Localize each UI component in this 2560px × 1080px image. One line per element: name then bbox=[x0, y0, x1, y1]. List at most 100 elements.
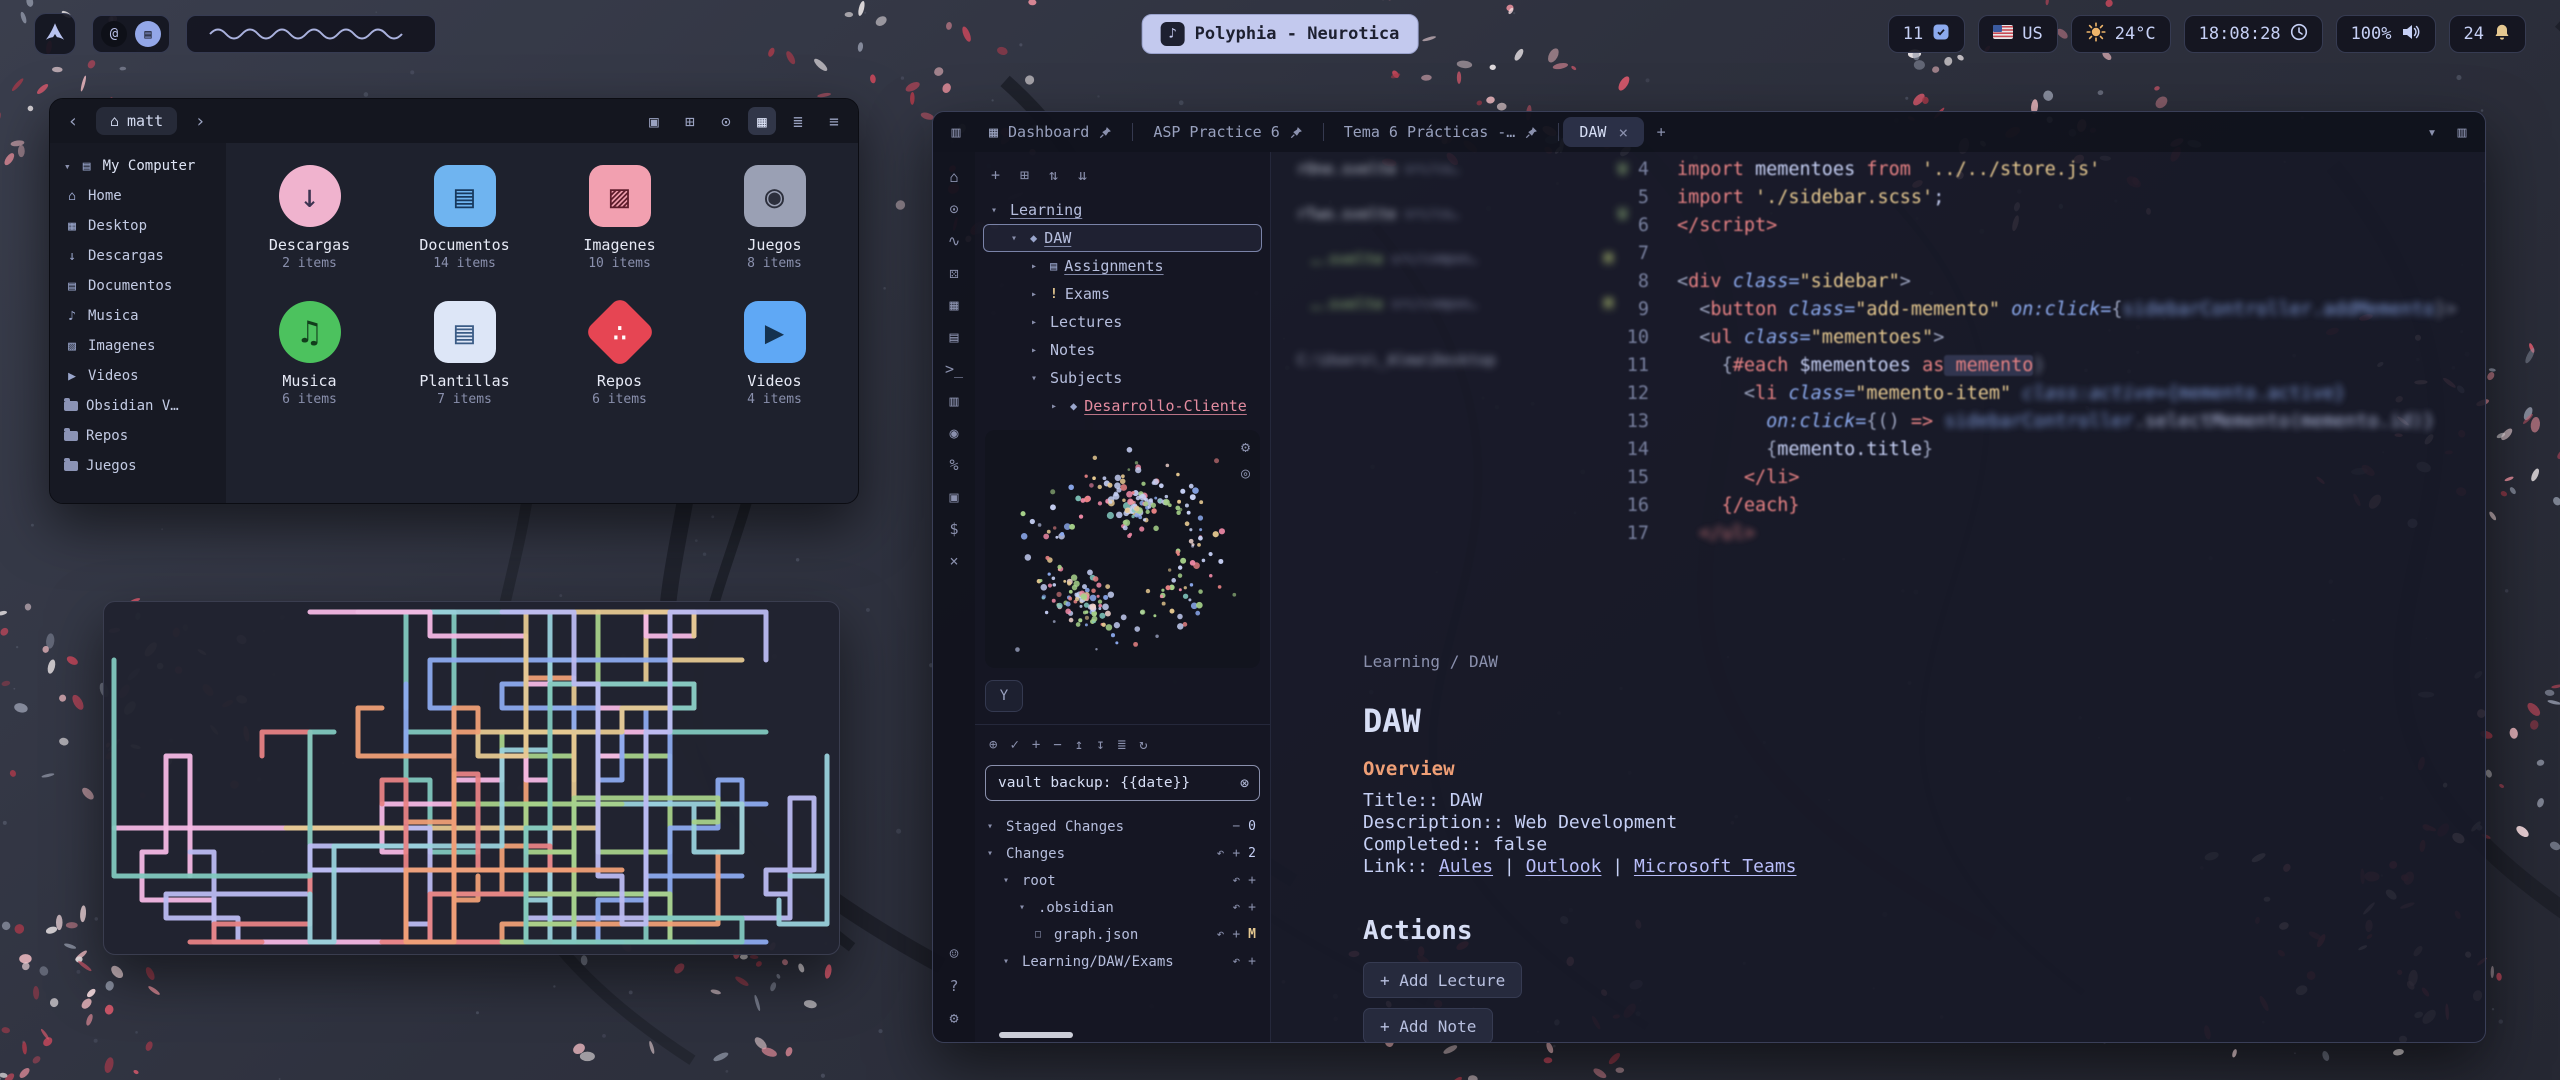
tree-item-learning[interactable]: ▾Learning bbox=[983, 196, 1262, 224]
stage-icon[interactable]: + bbox=[1248, 954, 1256, 969]
sidebar-item-home[interactable]: ⌂Home bbox=[56, 181, 220, 211]
note-link-microsoft-teams[interactable]: Microsoft Teams bbox=[1634, 856, 1797, 877]
tab-tema-6-pr-cticas[interactable]: Tema 6 Prácticas -… bbox=[1328, 117, 1555, 147]
breadcrumb-part[interactable]: Learning bbox=[1363, 652, 1440, 671]
unstage-icon[interactable]: − bbox=[1232, 819, 1240, 834]
tree-item-notes[interactable]: ▸Notes bbox=[983, 336, 1262, 364]
git-unstage-all-icon[interactable]: − bbox=[1053, 737, 1061, 753]
sidebar-item-juegos[interactable]: Juegos bbox=[56, 451, 220, 481]
stage-icon[interactable]: + bbox=[1248, 873, 1256, 888]
git-scrollbar[interactable] bbox=[999, 1032, 1073, 1038]
note-breadcrumb[interactable]: Learning / DAW bbox=[1363, 652, 1498, 671]
add-note-button[interactable]: + Add Note bbox=[1363, 1008, 1493, 1042]
discard-icon[interactable]: ↶ bbox=[1217, 846, 1225, 861]
updates-module[interactable]: 11 bbox=[1888, 15, 1965, 53]
folder-juegos[interactable]: ◉Juegos8 items bbox=[700, 165, 850, 271]
git-list-icon[interactable]: ≣ bbox=[1118, 737, 1126, 753]
folder-imagenes[interactable]: ▨Imagenes10 items bbox=[545, 165, 695, 271]
stage-icon[interactable]: + bbox=[1232, 927, 1240, 942]
git-backup-icon[interactable]: ⊕ bbox=[989, 737, 997, 753]
tree-item-desarrollo-cliente[interactable]: ▸◆Desarrollo-Cliente bbox=[983, 392, 1262, 420]
git-branch-button[interactable]: Y bbox=[985, 680, 1023, 712]
ribbon-grid-icon[interactable]: ▦ bbox=[943, 296, 965, 315]
weather-module[interactable]: 24°C bbox=[2071, 15, 2171, 53]
menu-button[interactable]: ≡ bbox=[820, 107, 848, 135]
git-push-icon[interactable]: ↥ bbox=[1075, 737, 1083, 753]
sort-icon[interactable]: ⇅ bbox=[1049, 166, 1058, 184]
ribbon-pin-icon[interactable]: ◉ bbox=[943, 424, 965, 443]
pipes-terminal-window[interactable] bbox=[103, 601, 840, 955]
folder-repos[interactable]: ∴Repos6 items bbox=[545, 301, 695, 407]
commit-message-input[interactable] bbox=[996, 774, 1232, 792]
git-commit-icon[interactable]: ✓ bbox=[1010, 737, 1018, 753]
add-lecture-button[interactable]: + Add Lecture bbox=[1363, 962, 1522, 998]
toggle-right-sidebar-icon[interactable]: ▥ bbox=[2449, 119, 2475, 145]
media-view-button[interactable]: ▣ bbox=[640, 107, 668, 135]
ribbon-book-icon[interactable]: ▥ bbox=[943, 392, 965, 411]
git-refresh-icon[interactable]: ↻ bbox=[1139, 737, 1147, 753]
sidebar-item-documentos[interactable]: ▤Documentos bbox=[56, 271, 220, 301]
tab-dashboard[interactable]: ▦Dashboard bbox=[973, 117, 1128, 147]
git-row-staged-changes[interactable]: ▾Staged Changes−0 bbox=[985, 813, 1260, 840]
clock-module[interactable]: 18:08:28 bbox=[2184, 15, 2323, 53]
graph-settings-gear-icon[interactable]: ⚙ bbox=[1241, 438, 1250, 456]
ribbon-terminal-icon[interactable]: >_ bbox=[943, 360, 965, 379]
git-row-root[interactable]: ▾root↶+ bbox=[985, 867, 1260, 894]
git-row-learning-daw-exams[interactable]: ▾Learning/DAW/Exams↶+ bbox=[985, 948, 1260, 975]
swirl-app-button[interactable]: @ bbox=[101, 21, 127, 47]
workspace-indicator[interactable] bbox=[186, 15, 436, 53]
tab-list-dropdown-icon[interactable]: ▾ bbox=[2419, 119, 2445, 145]
ribbon-pulse-icon[interactable]: ∿ bbox=[943, 232, 965, 251]
collapse-all-icon[interactable]: ⇊ bbox=[1078, 166, 1087, 184]
sidebar-item-repos[interactable]: Repos bbox=[56, 421, 220, 451]
sidebar-item-imagenes[interactable]: ▨Imagenes bbox=[56, 331, 220, 361]
git-pull-icon[interactable]: ↧ bbox=[1096, 737, 1104, 753]
sidebar-item-desktop[interactable]: ▦Desktop bbox=[56, 211, 220, 241]
toggle-left-sidebar-icon[interactable]: ▥ bbox=[943, 119, 969, 145]
sidebar-item-musica[interactable]: ♪Musica bbox=[56, 301, 220, 331]
git-row-graph-json[interactable]: □graph.json↶+M bbox=[985, 921, 1260, 948]
tree-item-exams[interactable]: ▸!Exams bbox=[983, 280, 1262, 308]
note-link-outlook[interactable]: Outlook bbox=[1526, 856, 1602, 877]
discard-icon[interactable]: ↶ bbox=[1217, 927, 1225, 942]
discard-icon[interactable]: ↶ bbox=[1232, 954, 1240, 969]
note-link-aules[interactable]: Aules bbox=[1439, 856, 1493, 877]
tab-daw[interactable]: DAW× bbox=[1563, 117, 1644, 147]
ribbon-calendar-icon[interactable]: ▤ bbox=[943, 328, 965, 347]
new-folder-button[interactable]: ⊞ bbox=[676, 107, 704, 135]
ribbon-search-icon[interactable]: ⊙ bbox=[943, 200, 965, 219]
graph-filter-icon[interactable]: ◎ bbox=[1241, 464, 1250, 482]
ribbon-close-icon[interactable]: × bbox=[943, 552, 965, 571]
ribbon-home-icon[interactable]: ⌂ bbox=[943, 168, 965, 187]
new-tab-button[interactable]: + bbox=[1648, 119, 1674, 145]
ribbon-help-icon[interactable]: ? bbox=[943, 977, 965, 996]
tree-item-subjects[interactable]: ▾Subjects bbox=[983, 364, 1262, 392]
forward-button[interactable]: › bbox=[187, 108, 213, 134]
sidebar-item-descargas[interactable]: ↓Descargas bbox=[56, 241, 220, 271]
search-button[interactable]: ⊙ bbox=[712, 107, 740, 135]
new-note-icon[interactable]: + bbox=[991, 166, 1000, 184]
keyboard-layout-module[interactable]: US bbox=[1978, 15, 2057, 53]
grid-view-button[interactable]: ▦ bbox=[748, 107, 776, 135]
new-folder-icon[interactable]: ⊞ bbox=[1020, 166, 1029, 184]
volume-module[interactable]: 100% bbox=[2336, 15, 2436, 53]
media-widget[interactable]: ♪ Polyphia - Neurotica bbox=[1142, 14, 1419, 54]
git-row-changes[interactable]: ▾Changes↶+2 bbox=[985, 840, 1260, 867]
stage-icon[interactable]: + bbox=[1248, 900, 1256, 915]
ribbon-dice-icon[interactable]: ⚄ bbox=[943, 264, 965, 283]
breadcrumb[interactable]: ⌂ matt bbox=[96, 107, 177, 135]
ribbon-camera-icon[interactable]: ▣ bbox=[943, 488, 965, 507]
notes-app-button[interactable]: ▤ bbox=[135, 21, 161, 47]
folder-plantillas[interactable]: ▤Plantillas7 items bbox=[390, 301, 540, 407]
folder-videos[interactable]: ▶Videos4 items bbox=[700, 301, 850, 407]
notifications-module[interactable]: 24 bbox=[2449, 15, 2526, 53]
stage-icon[interactable]: + bbox=[1232, 846, 1240, 861]
folder-descargas[interactable]: ↓Descargas2 items bbox=[235, 165, 385, 271]
list-view-button[interactable]: ≣ bbox=[784, 107, 812, 135]
git-row-obsidian[interactable]: ▾.obsidian↶+ bbox=[985, 894, 1260, 921]
sidebar-item-my-computer[interactable]: ▾▤My Computer bbox=[56, 151, 220, 181]
back-button[interactable]: ‹ bbox=[60, 108, 86, 134]
discard-icon[interactable]: ↶ bbox=[1232, 873, 1240, 888]
tree-item-lectures[interactable]: ▸Lectures bbox=[983, 308, 1262, 336]
clear-message-icon[interactable]: ⊗ bbox=[1240, 774, 1249, 792]
